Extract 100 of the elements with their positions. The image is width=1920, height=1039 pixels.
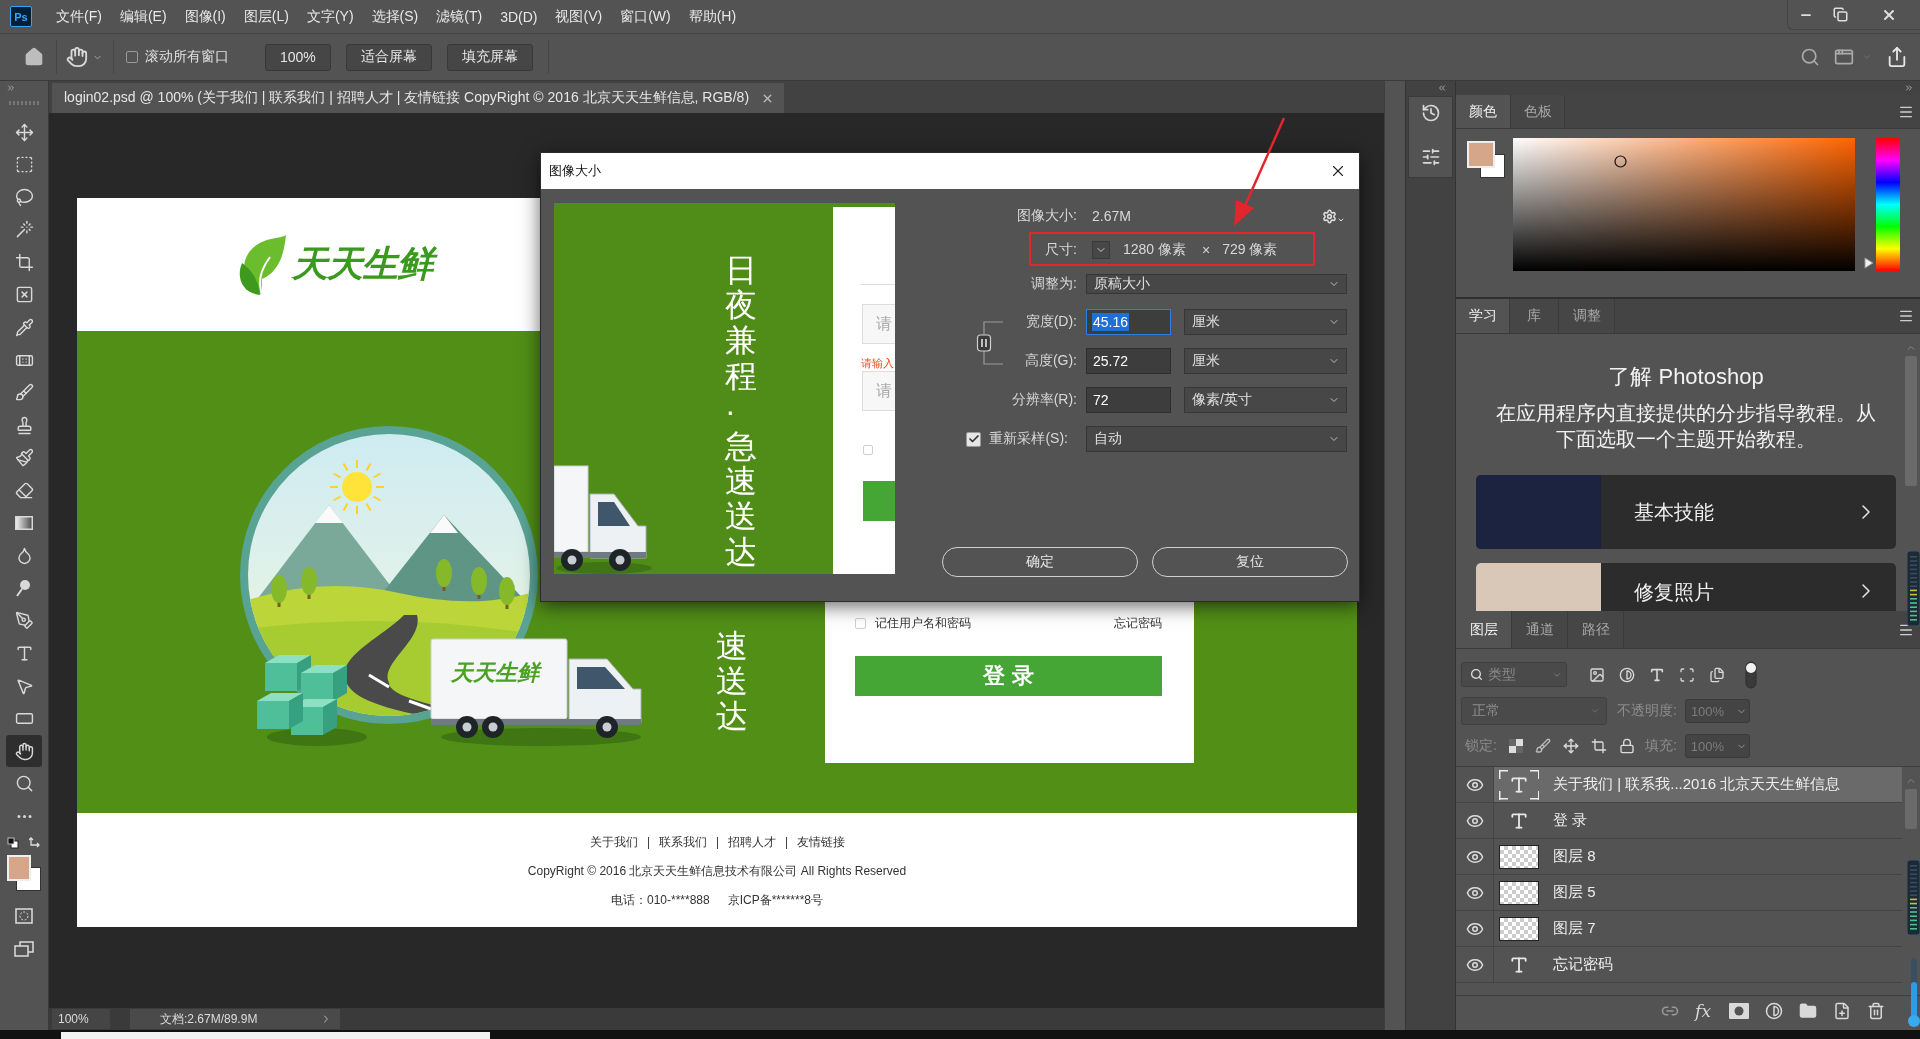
menu-item[interactable]: 文件(F) [47, 7, 111, 26]
menu-item[interactable]: 文字(Y) [297, 7, 363, 26]
footer-link[interactable]: 关于我们 [589, 834, 638, 851]
menu-item[interactable]: 3D(D) [491, 8, 547, 25]
transform-frame-icon[interactable] [1679, 666, 1695, 683]
checkbox[interactable] [863, 445, 873, 455]
menu-item[interactable]: 滤镜(T) [427, 7, 492, 26]
zoom-option-button[interactable]: 填充屏幕 [446, 43, 533, 71]
sliders-icon[interactable] [1420, 147, 1441, 167]
mask-icon[interactable] [1729, 1002, 1749, 1019]
gradient-icon[interactable] [15, 516, 33, 531]
eyedropper-icon[interactable] [14, 318, 34, 338]
resample-select[interactable]: 自动 [1086, 426, 1347, 452]
color-swatches-icon[interactable] [7, 855, 41, 892]
checkbox[interactable] [126, 51, 138, 63]
number-field[interactable]: 45.16 [1086, 309, 1171, 335]
type-icon[interactable] [1649, 666, 1665, 683]
menu-item[interactable]: 帮助(H) [679, 7, 746, 26]
menu-icon[interactable] [1898, 308, 1914, 324]
filter-switch[interactable] [1745, 660, 1757, 689]
crop-icon[interactable] [1590, 738, 1607, 754]
contrast-icon[interactable] [1619, 666, 1635, 683]
number-field[interactable]: 25.72 [1086, 348, 1171, 374]
zoom-option-button[interactable]: 100% [265, 43, 331, 71]
quick-mask-icon[interactable] [15, 908, 33, 925]
brush-icon[interactable] [1534, 738, 1551, 754]
zoom-field[interactable]: 100% [52, 1009, 110, 1029]
document-tab[interactable]: login02.psd @ 100% (关于我们 | 联系我们 | 招聘人才 | 友情链接 CopyRight © 2016 北京天天生鲜信息, RGB/8) [52, 83, 785, 113]
menu-item[interactable]: 视图(V) [546, 7, 612, 26]
share-icon[interactable] [1886, 46, 1908, 68]
clock-arrow-icon[interactable] [1420, 103, 1441, 123]
number-field[interactable]: 72 [1086, 387, 1171, 413]
zoom-icon[interactable] [14, 774, 34, 794]
crop-icon[interactable] [14, 252, 34, 272]
settings-icon[interactable] [1322, 208, 1337, 224]
marquee-icon[interactable] [14, 155, 34, 175]
screen-mode-icon[interactable] [14, 941, 34, 958]
expand-icon[interactable] [1904, 83, 1914, 93]
type-icon[interactable] [14, 644, 34, 663]
menu-item[interactable]: 图像(I) [175, 7, 235, 26]
topic-card[interactable]: 修复照片 [1476, 563, 1896, 611]
menu-item[interactable]: 编辑(E) [110, 7, 176, 26]
stamp-icon[interactable] [14, 415, 34, 435]
dodge-icon[interactable] [16, 579, 32, 598]
resample-option[interactable]: 重新采样(S): [931, 430, 1068, 448]
status-info-panel[interactable]: 文档:2.67M/89.9M [130, 1009, 340, 1029]
hand-icon[interactable] [14, 741, 34, 761]
panel-tab[interactable]: 颜色 [1456, 95, 1511, 128]
menu-item[interactable]: 选择(S) [362, 7, 428, 26]
contrast-icon[interactable] [1765, 1001, 1783, 1020]
color-swatches-icon[interactable] [1467, 141, 1505, 178]
panel-tab[interactable]: 学习 [1456, 299, 1510, 333]
effects-button[interactable]: fx [1695, 1000, 1713, 1021]
fit-to-select[interactable]: 原稿大小 [1086, 274, 1347, 294]
menu-item[interactable]: 图层(L) [234, 7, 298, 26]
footer-link[interactable]: 联系我们 [658, 834, 707, 851]
pointer-icon[interactable] [14, 676, 34, 696]
footer-link[interactable]: 招聘人才 [727, 834, 776, 851]
scroll-all-option[interactable]: 滚动所有窗口 [126, 48, 229, 66]
collapse-icon[interactable] [1437, 83, 1447, 93]
hand-icon[interactable] [66, 46, 88, 68]
eraser-icon[interactable] [14, 481, 34, 501]
checkbox[interactable] [855, 617, 866, 629]
home-icon[interactable] [24, 47, 44, 67]
layer-row[interactable]: 关于我们 | 联系我...2016 北京天天生鲜信息 [1494, 767, 1902, 802]
slider-marker-icon[interactable] [1864, 257, 1874, 270]
frame-icon[interactable] [14, 285, 34, 305]
move-icon[interactable] [1562, 738, 1579, 754]
topic-card[interactable]: 基本技能 [1476, 475, 1896, 549]
menu-item[interactable]: 窗口(W) [611, 7, 680, 26]
checker-icon[interactable] [1508, 739, 1523, 753]
new-page-icon[interactable] [1833, 1001, 1851, 1020]
files-icon[interactable] [1709, 666, 1725, 683]
wand-icon[interactable] [14, 220, 34, 240]
pen-icon[interactable] [14, 611, 34, 631]
default-colors-icon[interactable] [7, 837, 19, 850]
unit-select[interactable]: 厘米 [1184, 309, 1347, 335]
panel-tab[interactable]: 图层 [1456, 611, 1512, 648]
color-field[interactable] [1513, 138, 1855, 271]
image-icon[interactable] [1589, 666, 1605, 683]
trash-icon[interactable] [1867, 1001, 1885, 1020]
search-icon[interactable] [1800, 47, 1820, 67]
lasso-icon[interactable] [14, 187, 34, 207]
zoom-option-button[interactable]: 适合屏幕 [345, 43, 432, 71]
restore-icon[interactable] [1833, 7, 1848, 22]
folder-icon[interactable] [1799, 1001, 1817, 1020]
forgot-password-link[interactable]: 忘记密码 [1114, 614, 1162, 632]
unit-select[interactable]: 厘米 [1184, 348, 1347, 374]
chain-link-icon[interactable] [976, 321, 1004, 365]
picker-ring-icon[interactable] [1614, 155, 1627, 168]
footer-link[interactable]: 友情链接 [796, 834, 845, 851]
workspace-icon[interactable] [1834, 47, 1854, 67]
checkbox[interactable] [966, 431, 982, 447]
hand-tool-button[interactable] [6, 735, 42, 768]
move-icon[interactable] [14, 122, 34, 142]
swap-colors-icon[interactable] [29, 837, 41, 850]
slider-icon[interactable] [1908, 958, 1920, 1028]
brush-icon[interactable] [14, 383, 34, 403]
paintbrush-icon[interactable] [14, 448, 34, 468]
lock-icon[interactable] [1618, 738, 1635, 754]
